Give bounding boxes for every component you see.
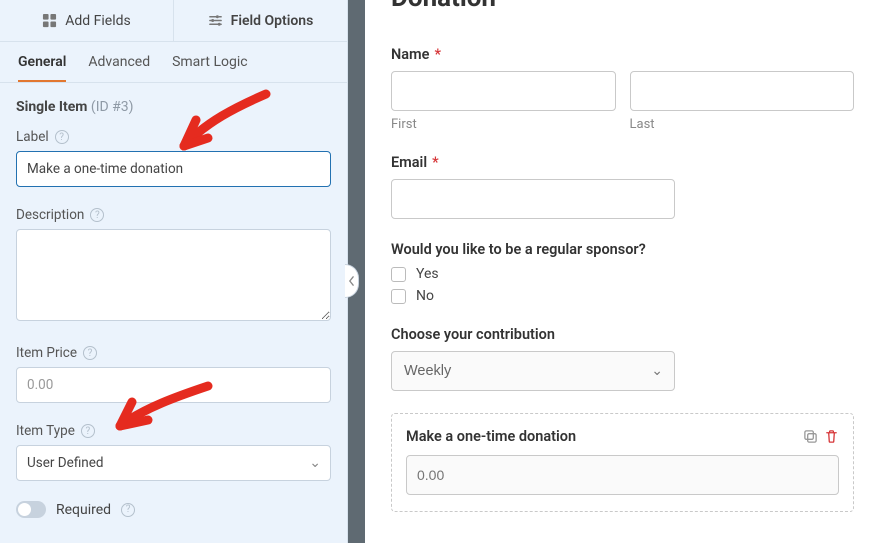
field-title-row: Single Item (ID #3) (16, 99, 331, 115)
field-sponsor[interactable]: Would you like to be a regular sponsor? … (391, 241, 854, 304)
field-name-label: Name (391, 46, 429, 63)
tab-add-fields[interactable]: Add Fields (0, 0, 174, 41)
single-item-label: Make a one-time donation (406, 428, 803, 445)
ctrl-item-type: Item Type ? User Defined ⌄ (16, 423, 331, 481)
field-title: Single Item (16, 99, 87, 115)
toggle-knob (18, 503, 31, 516)
ctrl-required: Required ? (16, 501, 331, 518)
panel-tabs: Add Fields Field Options (0, 0, 347, 42)
label-item-price: Item Price (16, 345, 77, 361)
field-email-label: Email (391, 154, 427, 171)
duplicate-icon[interactable] (803, 429, 818, 444)
required-toggle[interactable] (16, 501, 46, 518)
page-title: Donation (391, 0, 496, 13)
tab-add-fields-label: Add Fields (65, 13, 131, 29)
chevron-left-icon (348, 276, 355, 286)
trash-icon[interactable] (824, 429, 839, 444)
sponsor-yes-label: Yes (416, 266, 439, 282)
ctrl-label: Label ? (16, 129, 331, 187)
label-item-type: Item Type (16, 423, 75, 439)
field-contribution-label: Choose your contribution (391, 326, 555, 343)
help-icon[interactable]: ? (83, 346, 97, 360)
label-label: Label (16, 129, 49, 145)
sponsor-yes-checkbox[interactable] (391, 267, 406, 282)
subtab-advanced[interactable]: Advanced (88, 54, 150, 82)
form-preview: Donation Name * First Last (365, 0, 880, 543)
last-name-input[interactable] (630, 71, 855, 111)
item-type-select[interactable]: User Defined (16, 445, 331, 481)
last-name-sublabel: Last (630, 117, 855, 132)
grid-icon (42, 13, 57, 28)
required-asterisk: * (434, 46, 441, 63)
sliders-icon (208, 13, 223, 28)
field-single-item[interactable]: Make a one-time donation (391, 413, 854, 512)
item-price-input[interactable] (16, 367, 331, 403)
ctrl-item-price: Item Price ? (16, 345, 331, 403)
help-icon[interactable]: ? (55, 130, 69, 144)
required-asterisk: * (432, 154, 439, 171)
tab-field-options-label: Field Options (231, 13, 314, 29)
email-input[interactable] (391, 179, 675, 219)
help-icon[interactable]: ? (90, 208, 104, 222)
sponsor-no-label: No (416, 288, 434, 304)
sidebar: Add Fields Field Options General Advance… (0, 0, 348, 543)
subtab-smart-logic[interactable]: Smart Logic (172, 54, 247, 82)
ctrl-description: Description ? (16, 207, 331, 325)
contribution-select[interactable]: Weekly (391, 351, 675, 391)
field-name[interactable]: Name * First Last (391, 46, 854, 132)
single-item-price-input[interactable] (406, 455, 839, 495)
subtab-general[interactable]: General (18, 54, 66, 82)
first-name-input[interactable] (391, 71, 616, 111)
tab-field-options[interactable]: Field Options (174, 0, 347, 41)
sponsor-no-checkbox[interactable] (391, 289, 406, 304)
description-input[interactable] (16, 229, 331, 321)
field-sponsor-label: Would you like to be a regular sponsor? (391, 241, 646, 258)
label-required: Required (56, 502, 111, 518)
chevron-down-icon: ⌄ (651, 363, 663, 379)
panel-body: Single Item (ID #3) Label ? Description … (0, 83, 347, 543)
field-id: (ID #3) (91, 99, 134, 115)
field-email[interactable]: Email * (391, 154, 854, 219)
sub-tabs: General Advanced Smart Logic (0, 42, 347, 83)
first-name-sublabel: First (391, 117, 616, 132)
help-icon[interactable]: ? (121, 503, 135, 517)
label-description: Description (16, 207, 84, 223)
help-icon[interactable]: ? (81, 424, 95, 438)
field-contribution[interactable]: Choose your contribution Weekly ⌄ (391, 326, 854, 391)
label-input[interactable] (16, 151, 331, 187)
